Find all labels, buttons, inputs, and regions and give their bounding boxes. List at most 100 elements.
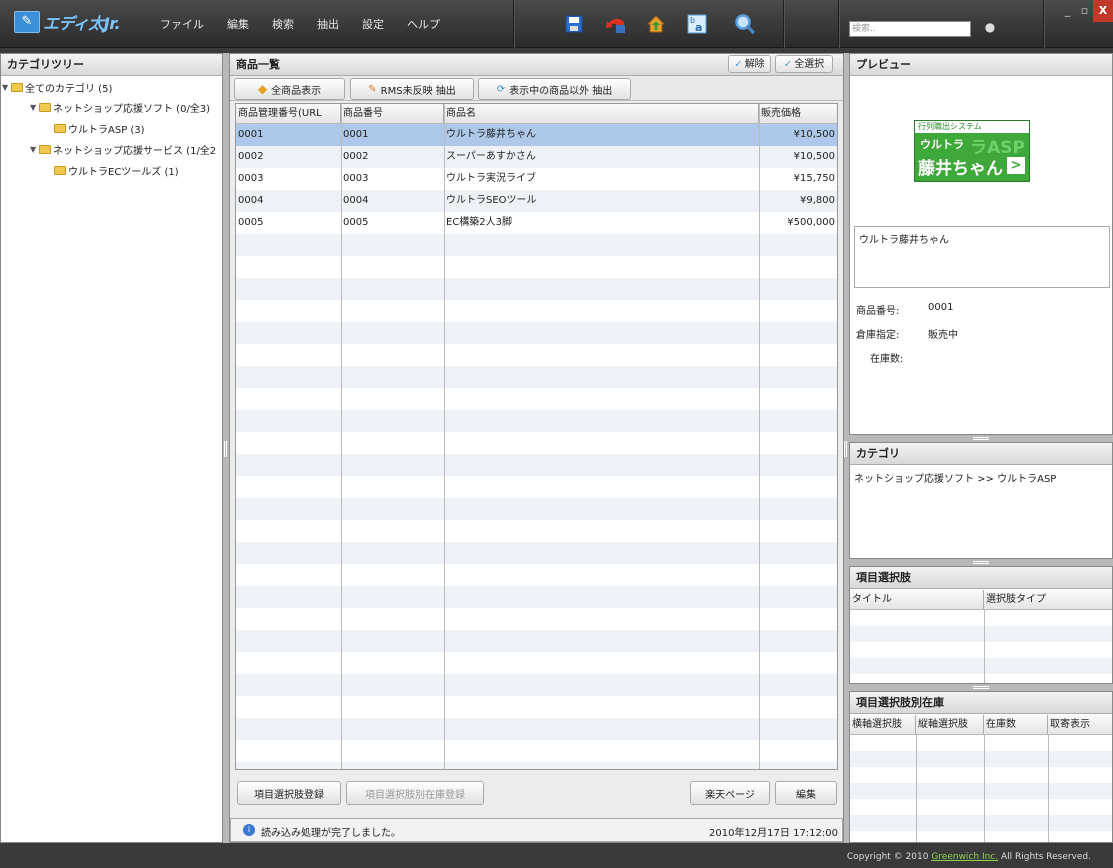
- column-header-stock[interactable]: 在庫数: [984, 715, 1048, 734]
- grid-body: 0001 0001 ウルトラ藤井ちゃん ¥10,500 0002 0002 スー…: [236, 124, 837, 769]
- status-message: 読み込み処理が完了しました。: [261, 828, 401, 839]
- search-input[interactable]: 検索..: [849, 21, 971, 37]
- minimize-icon[interactable]: _: [1059, 0, 1076, 22]
- tree-item-ultra-asp[interactable]: ウルトラASP (3): [54, 120, 145, 136]
- menu-search[interactable]: 検索: [272, 16, 294, 32]
- empty-row: [236, 586, 837, 608]
- copyright-prefix: Copyright © 2010: [846, 852, 932, 862]
- zoom-icon[interactable]: [734, 13, 756, 35]
- deselect-button[interactable]: ✓ 解除: [728, 55, 771, 73]
- panel-title: カテゴリ: [850, 443, 1112, 465]
- select-all-button[interactable]: ✓ 全選択: [775, 55, 833, 73]
- cell-mgmt: 0005: [238, 217, 264, 228]
- table-row[interactable]: 0002 0002 スーパーあすかさん ¥10,500: [236, 146, 837, 168]
- empty-row: [236, 344, 837, 366]
- folder-icon: [39, 144, 51, 154]
- home-upload-icon[interactable]: [645, 13, 667, 35]
- preview-splitter[interactable]: [849, 435, 1113, 442]
- translate-icon[interactable]: ba: [686, 13, 708, 35]
- empty-row: [236, 476, 837, 498]
- refresh-icon: ⟳: [496, 83, 506, 95]
- top-bar: ✎ エディ太Jr. ファイル 編集 検索 抽出 設定 ヘルプ ba 検索.. ●…: [0, 0, 1113, 48]
- column-header-vertical[interactable]: 縦軸選択肢: [916, 715, 984, 734]
- cell-name: ウルトラ実況ライブ: [446, 173, 536, 184]
- menu-file[interactable]: ファイル: [160, 16, 204, 32]
- restore-icon[interactable]: ▫: [1076, 0, 1093, 22]
- rms-extract-label: RMS未反映 抽出: [380, 85, 456, 97]
- box-icon: ◆: [257, 82, 268, 96]
- cell-mgmt: 0004: [238, 195, 264, 206]
- tree-item-netshop-soft[interactable]: ▼ ネットショップ応援ソフト (0/全3): [30, 99, 210, 115]
- column-divider: [984, 735, 985, 842]
- company-link[interactable]: Greenwich Inc.: [931, 852, 998, 862]
- close-icon[interactable]: X: [1093, 0, 1113, 22]
- cell-name: スーパーあすかさん: [446, 151, 536, 162]
- tree-item-all[interactable]: ▼ 全てのカテゴリ (5): [2, 79, 112, 95]
- column-header-mgmt[interactable]: 商品管理番号(URL: [236, 104, 341, 123]
- column-header-horizontal[interactable]: 横軸選択肢: [850, 715, 916, 734]
- toolbar-divider: [783, 0, 784, 48]
- column-header-number[interactable]: 商品番号: [341, 104, 444, 123]
- column-header-backorder[interactable]: 取寄表示: [1048, 715, 1112, 734]
- folder-icon: [54, 123, 66, 133]
- column-divider: [341, 104, 342, 769]
- empty-row: [236, 498, 837, 520]
- cell-mgmt: 0001: [238, 129, 264, 140]
- search-icon[interactable]: ●: [981, 20, 999, 38]
- menu-extract[interactable]: 抽出: [317, 16, 339, 32]
- menu-settings[interactable]: 設定: [362, 16, 384, 32]
- empty-row: [236, 388, 837, 410]
- extract-others-button[interactable]: ⟳ 表示中の商品以外 抽出: [478, 78, 631, 100]
- rms-extract-button[interactable]: ✎ RMS未反映 抽出: [350, 78, 474, 100]
- undo-icon[interactable]: [605, 13, 627, 35]
- save-icon[interactable]: [563, 13, 585, 35]
- empty-row: [236, 652, 837, 674]
- table-row[interactable]: 0005 0005 EC構築2人3脚 ¥500,000: [236, 212, 837, 234]
- expand-arrow-icon[interactable]: ▼: [30, 145, 39, 154]
- product-toolbar: ◆ 全商品表示 ✎ RMS未反映 抽出 ⟳ 表示中の商品以外 抽出: [230, 77, 843, 101]
- logo-text: エディ太Jr.: [43, 14, 121, 33]
- tree-item-netshop-service[interactable]: ▼ ネットショップ応援サービス (1/全2: [30, 141, 216, 157]
- empty-row: [236, 542, 837, 564]
- check-icon: ✓: [783, 58, 793, 70]
- cell-number: 0002: [343, 151, 369, 162]
- table-row[interactable]: 0003 0003 ウルトラ実況ライブ ¥15,750: [236, 168, 837, 190]
- column-header-title[interactable]: タイトル: [850, 590, 984, 609]
- expand-arrow-icon[interactable]: ▼: [2, 83, 11, 92]
- toolbar-divider: [513, 0, 514, 48]
- tree-item-label: ウルトラECツールズ (1): [68, 166, 179, 178]
- column-header-name[interactable]: 商品名: [444, 104, 759, 123]
- menu-help[interactable]: ヘルプ: [407, 16, 440, 32]
- tree-item-ultra-ec-tools[interactable]: ウルトラECツールズ (1): [54, 162, 179, 178]
- option-splitter[interactable]: [849, 684, 1113, 691]
- option-register-button[interactable]: 項目選択肢登録: [237, 781, 341, 805]
- table-row[interactable]: 0004 0004 ウルトラSEOツール ¥9,800: [236, 190, 837, 212]
- product-name-box: ウルトラ藤井ちゃん: [854, 226, 1110, 288]
- menu-edit[interactable]: 編集: [227, 16, 249, 32]
- edit-button[interactable]: 編集: [775, 781, 837, 805]
- info-icon: i: [243, 824, 255, 836]
- column-header-price[interactable]: 販売価格: [759, 104, 837, 123]
- cell-name: EC構築2人3脚: [446, 217, 513, 228]
- grid-header: 商品管理番号(URL 商品番号 商品名 販売価格: [236, 104, 837, 124]
- cell-number: 0003: [343, 173, 369, 184]
- category-splitter[interactable]: [849, 559, 1113, 566]
- field-label-warehouse: 倉庫指定:: [856, 330, 900, 341]
- stock-register-button[interactable]: 項目選択肢別在庫登録: [346, 781, 484, 805]
- app-logo: ✎ エディ太Jr.: [14, 10, 121, 34]
- empty-row: [236, 718, 837, 740]
- column-header-option-type[interactable]: 選択肢タイプ: [984, 590, 1112, 609]
- stock-grid-header: 横軸選択肢 縦軸選択肢 在庫数 取寄表示: [850, 715, 1112, 735]
- empty-row: [236, 366, 837, 388]
- banner-line1: ウルトラ: [920, 138, 964, 151]
- splitter-grip: [224, 441, 227, 457]
- tree-item-label: ネットショップ応援ソフト (0/全3): [53, 103, 211, 115]
- show-all-button[interactable]: ◆ 全商品表示: [234, 78, 345, 100]
- panel-title: プレビュー: [850, 54, 1112, 76]
- logo-icon: ✎: [14, 11, 40, 33]
- table-row[interactable]: 0001 0001 ウルトラ藤井ちゃん ¥10,500: [236, 124, 837, 146]
- rakuten-page-button[interactable]: 楽天ページ: [690, 781, 770, 805]
- panel-title: 項目選択肢: [850, 567, 1112, 589]
- expand-arrow-icon[interactable]: ▼: [30, 103, 39, 112]
- column-divider: [759, 104, 760, 769]
